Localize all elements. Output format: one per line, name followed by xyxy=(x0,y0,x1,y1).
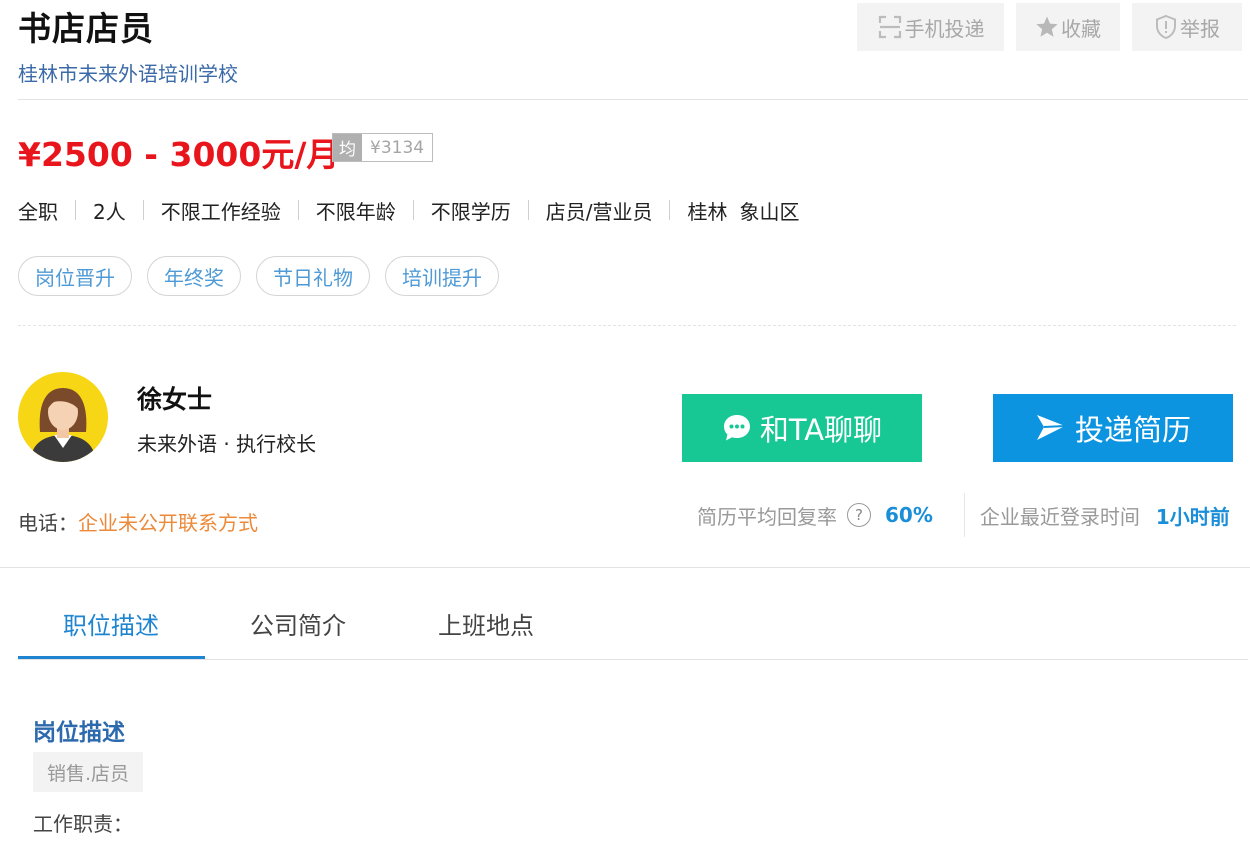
duties-label: 工作职责： xyxy=(33,812,133,836)
contact-name: 徐女士 xyxy=(137,385,213,414)
favorite-label: 收藏 xyxy=(1061,16,1101,41)
section-title: 岗位描述 xyxy=(33,720,125,746)
star-icon xyxy=(1036,16,1058,37)
tab-job-description[interactable]: 职位描述 xyxy=(63,606,159,641)
company-stats: 简历平均回复率 ? 60% 企业最近登录时间 1小时前 xyxy=(697,493,1230,537)
req-headcount: 2人 xyxy=(93,199,126,224)
favorite-button[interactable]: 收藏 xyxy=(1016,3,1120,51)
benefit-tags: 岗位晋升 年终奖 节日礼物 培训提升 xyxy=(18,256,499,296)
mobile-apply-label: 手机投递 xyxy=(904,16,985,41)
stats-separator xyxy=(963,493,965,537)
req-experience: 不限工作经验 xyxy=(160,199,281,224)
location-district: 象山区 xyxy=(739,199,800,224)
benefit-tag: 节日礼物 xyxy=(256,256,370,296)
contact-divider xyxy=(0,567,1250,568)
separator xyxy=(142,200,144,220)
chat-button-label: 和TA聊聊 xyxy=(759,413,883,447)
last-login-label: 企业最近登录时间 xyxy=(979,504,1140,529)
avatar-woman-icon xyxy=(18,372,108,462)
separator xyxy=(669,200,671,220)
avatar xyxy=(18,372,108,462)
reply-rate-value: 60% xyxy=(885,503,933,527)
job-title: 书店店员 xyxy=(18,9,154,48)
separator xyxy=(297,200,299,220)
benefit-tag: 培训提升 xyxy=(385,256,499,296)
tabs-divider xyxy=(18,659,1248,660)
reply-rate-label: 简历平均回复率 xyxy=(697,504,837,529)
average-salary-badge: 均 ¥3134 xyxy=(332,133,434,162)
chat-button[interactable]: 和TA聊聊 xyxy=(682,394,922,462)
category-tag: 销售.店员 xyxy=(33,752,144,792)
req-job-type: 全职 xyxy=(18,199,58,224)
tab-company-profile[interactable]: 公司简介 xyxy=(250,606,346,641)
separator xyxy=(527,200,529,220)
apply-resume-button[interactable]: 投递简历 xyxy=(993,394,1233,462)
tab-work-location[interactable]: 上班地点 xyxy=(438,606,534,641)
separator xyxy=(75,200,76,220)
header-divider xyxy=(18,99,1248,100)
phone-info: 电话： 企业未公开联系方式 xyxy=(18,507,258,536)
salary-range: ¥2500 - 3000元/月 xyxy=(18,135,340,174)
chat-bubble-icon xyxy=(723,415,750,441)
req-age: 不限年龄 xyxy=(315,199,396,224)
paper-plane-icon xyxy=(1036,415,1066,440)
job-requirements: 全职 2人 不限工作经验 不限年龄 不限学历 店员/营业员 桂林 象山区 xyxy=(18,196,799,224)
separator xyxy=(412,200,414,220)
shield-icon xyxy=(1156,14,1176,40)
mobile-apply-button[interactable]: 手机投递 xyxy=(857,3,1004,51)
req-category: 店员/营业员 xyxy=(545,199,653,224)
average-value: ¥3134 xyxy=(370,137,425,158)
location-city: 桂林 xyxy=(687,199,728,224)
benefit-tag: 年终奖 xyxy=(147,256,241,296)
phone-label: 电话： xyxy=(18,511,78,535)
help-icon[interactable]: ? xyxy=(847,503,871,527)
phone-value: 企业未公开联系方式 xyxy=(78,511,258,535)
section-divider xyxy=(18,325,1236,326)
scan-icon xyxy=(878,15,901,39)
company-name-link[interactable]: 桂林市未来外语培训学校 xyxy=(18,58,238,87)
contact-role: 未来外语 · 执行校长 xyxy=(137,432,317,456)
average-label: 均 xyxy=(333,134,362,161)
report-button[interactable]: 举报 xyxy=(1132,3,1242,51)
report-label: 举报 xyxy=(1180,16,1220,41)
apply-button-label: 投递简历 xyxy=(1074,413,1191,447)
req-education: 不限学历 xyxy=(430,199,511,224)
last-login-value: 1小时前 xyxy=(1155,504,1230,529)
benefit-tag: 岗位晋升 xyxy=(18,256,132,296)
